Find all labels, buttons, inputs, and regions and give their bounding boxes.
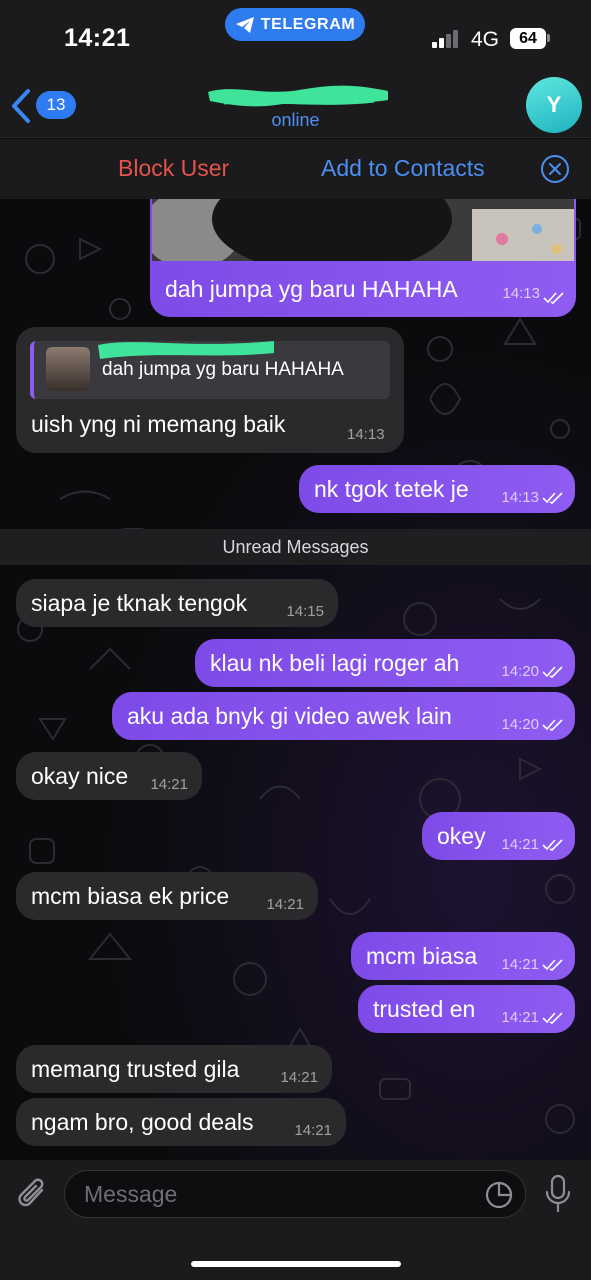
status-bar: 14:21 TELEGRAM 4G 64 [0, 0, 591, 74]
message-text: nk tgok tetek je [314, 476, 469, 502]
incoming-message[interactable]: siapa je tknak tengok 14:15 [16, 579, 338, 627]
incoming-message[interactable]: memang trusted gila 14:21 [16, 1045, 332, 1093]
unread-messages-divider: Unread Messages [0, 529, 591, 565]
close-action-bar-icon[interactable] [540, 154, 570, 184]
message-text: trusted en [373, 996, 476, 1022]
telegram-icon [235, 16, 254, 33]
message-text: ngam bro, good deals [31, 1109, 254, 1135]
message-list[interactable]: dah jumpa yg baru HAHAHA 14:13 dah jumpa… [0, 199, 591, 1160]
telegram-pill-label: TELEGRAM [260, 15, 356, 33]
photo-content [152, 199, 574, 261]
contact-avatar[interactable]: Y [526, 77, 582, 133]
message-time: 14:15 [286, 603, 324, 620]
message-time: 14:13 [501, 489, 539, 506]
outgoing-message[interactable]: trusted en 14:21 [358, 985, 575, 1033]
paperclip-icon[interactable] [16, 1176, 50, 1212]
status-time: 14:21 [64, 24, 131, 52]
outgoing-message[interactable]: aku ada bnyk gi video awek lain 14:20 [112, 692, 575, 740]
message-time: 14:21 [501, 836, 539, 853]
read-ticks-icon [542, 719, 563, 731]
message-text: mcm biasa [366, 943, 478, 969]
contact-action-bar: Block User Add to Contacts [0, 139, 591, 199]
message-time: 14:21 [501, 956, 539, 973]
read-ticks-icon [542, 666, 563, 678]
message-time: 14:21 [501, 1009, 539, 1026]
read-ticks-icon [542, 1012, 563, 1024]
incoming-message[interactable]: mcm biasa ek price 14:21 [16, 872, 318, 920]
message-time: 14:20 [501, 716, 539, 733]
network-type: 4G [471, 28, 500, 51]
message-input[interactable] [64, 1170, 526, 1218]
message-photo[interactable] [152, 199, 574, 261]
outgoing-image-message[interactable]: dah jumpa yg baru HAHAHA 14:13 [150, 199, 576, 317]
message-time: 14:20 [501, 663, 539, 680]
add-to-contacts-button[interactable]: Add to Contacts [321, 155, 485, 182]
block-user-button[interactable]: Block User [118, 155, 229, 182]
message-time: 14:21 [266, 896, 304, 913]
message-text: okay nice [31, 763, 129, 789]
message-text: aku ada bnyk gi video awek lain [127, 703, 452, 729]
message-text: okey [437, 823, 486, 849]
message-time: 14:21 [280, 1069, 318, 1086]
quoted-photo-thumbnail [46, 347, 90, 391]
message-text: uish yng ni memang baik [31, 411, 286, 437]
read-ticks-icon [542, 492, 563, 504]
outgoing-message[interactable]: mcm biasa 14:21 [351, 932, 575, 980]
microphone-icon[interactable] [543, 1174, 573, 1214]
redacted-sender-name [98, 341, 274, 359]
sticker-icon[interactable] [484, 1180, 514, 1210]
chat-header: 13 online Y [0, 74, 591, 138]
redacted-contact-name [208, 85, 388, 107]
message-time: 14:13 [502, 285, 540, 302]
battery-nub [547, 34, 550, 42]
message-time: 14:21 [294, 1122, 332, 1139]
outgoing-message[interactable]: nk tgok tetek je 14:13 [299, 465, 575, 513]
incoming-reply-message[interactable]: dah jumpa yg baru HAHAHA uish yng ni mem… [16, 327, 404, 453]
message-text: klau nk beli lagi roger ah [210, 650, 460, 676]
incoming-message[interactable]: ngam bro, good deals 14:21 [16, 1098, 346, 1146]
outgoing-message[interactable]: okey 14:21 [422, 812, 575, 860]
read-ticks-icon [542, 839, 563, 851]
read-ticks-icon [542, 959, 563, 971]
message-time: 14:21 [150, 776, 188, 793]
message-composer [0, 1160, 591, 1280]
battery-icon: 64 [510, 28, 546, 49]
message-time: 14:13 [347, 426, 385, 443]
contact-status: online [271, 110, 320, 130]
message-text: mcm biasa ek price [31, 883, 230, 909]
message-text: dah jumpa yg baru HAHAHA [165, 276, 458, 302]
outgoing-message[interactable]: klau nk beli lagi roger ah 14:20 [195, 639, 575, 687]
message-text: siapa je tknak tengok [31, 590, 248, 616]
telegram-pill[interactable]: TELEGRAM [225, 8, 365, 41]
home-indicator [191, 1261, 401, 1267]
read-ticks-icon [543, 292, 564, 304]
incoming-message[interactable]: okay nice 14:21 [16, 752, 202, 800]
message-text: memang trusted gila [31, 1056, 240, 1082]
signal-icon [432, 30, 462, 48]
